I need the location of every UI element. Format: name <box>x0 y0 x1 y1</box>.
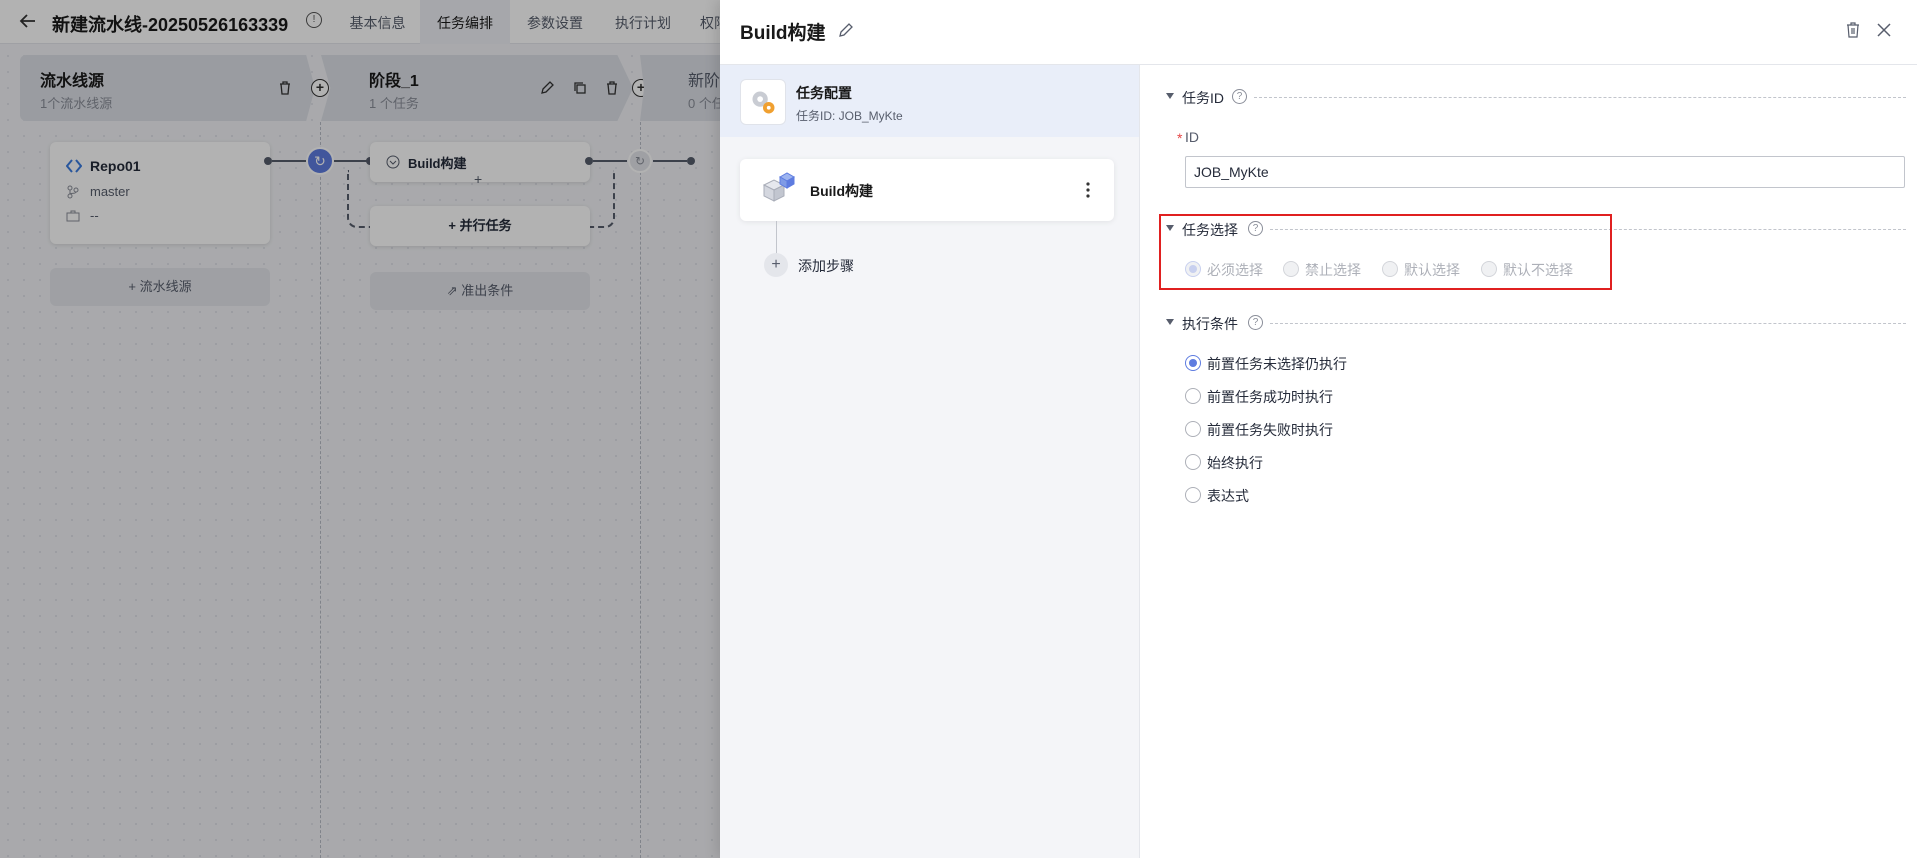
more-options-icon[interactable] <box>1080 180 1096 200</box>
task-config-item[interactable]: 任务配置 任务ID: JOB_MyKte <box>720 65 1139 137</box>
task-config-id: 任务ID: JOB_MyKte <box>796 109 903 123</box>
edit-icon[interactable] <box>837 21 855 39</box>
step-list-pane: 任务配置 任务ID: JOB_MyKte Build构建 + 添加步骤 <box>720 65 1140 858</box>
task-form: 任务ID ? * ID 任务选择 ? 必须选择 禁止选择 默认选择 默认不选择 … <box>1141 65 1917 858</box>
section-task-id[interactable]: 任务ID ? <box>1166 87 1906 107</box>
caret-down-icon[interactable] <box>1166 319 1174 325</box>
section-divider <box>1270 323 1906 324</box>
drawer-header: Build构建 <box>720 0 1917 65</box>
task-config-icon <box>740 79 786 125</box>
help-icon[interactable]: ? <box>1232 89 1247 104</box>
highlight-box <box>1159 214 1612 290</box>
section-execution-condition[interactable]: 执行条件 ? <box>1166 313 1906 333</box>
drawer-title: Build构建 <box>740 23 826 44</box>
caret-down-icon[interactable] <box>1166 93 1174 99</box>
section-title: 任务ID <box>1182 90 1224 106</box>
build-cube-icon <box>762 172 796 202</box>
add-step-button[interactable]: 添加步骤 <box>798 256 854 276</box>
id-label: ID <box>1185 129 1199 145</box>
step-card[interactable]: Build构建 <box>740 159 1114 221</box>
task-config-title: 任务配置 <box>796 85 852 101</box>
add-step-plus-icon[interactable]: + <box>764 253 788 277</box>
section-divider <box>1254 97 1906 98</box>
task-drawer: Build构建 任务配置 任务ID: JOB_MyKte Build构建 + 添… <box>720 0 1917 858</box>
modal-overlay[interactable] <box>0 0 720 858</box>
close-icon[interactable] <box>1875 21 1893 39</box>
id-input[interactable] <box>1185 156 1905 188</box>
trash-icon[interactable] <box>1844 21 1862 39</box>
help-icon[interactable]: ? <box>1248 315 1263 330</box>
section-title: 执行条件 <box>1182 316 1238 332</box>
step-label: Build构建 <box>810 183 873 199</box>
required-mark: * <box>1177 130 1183 146</box>
